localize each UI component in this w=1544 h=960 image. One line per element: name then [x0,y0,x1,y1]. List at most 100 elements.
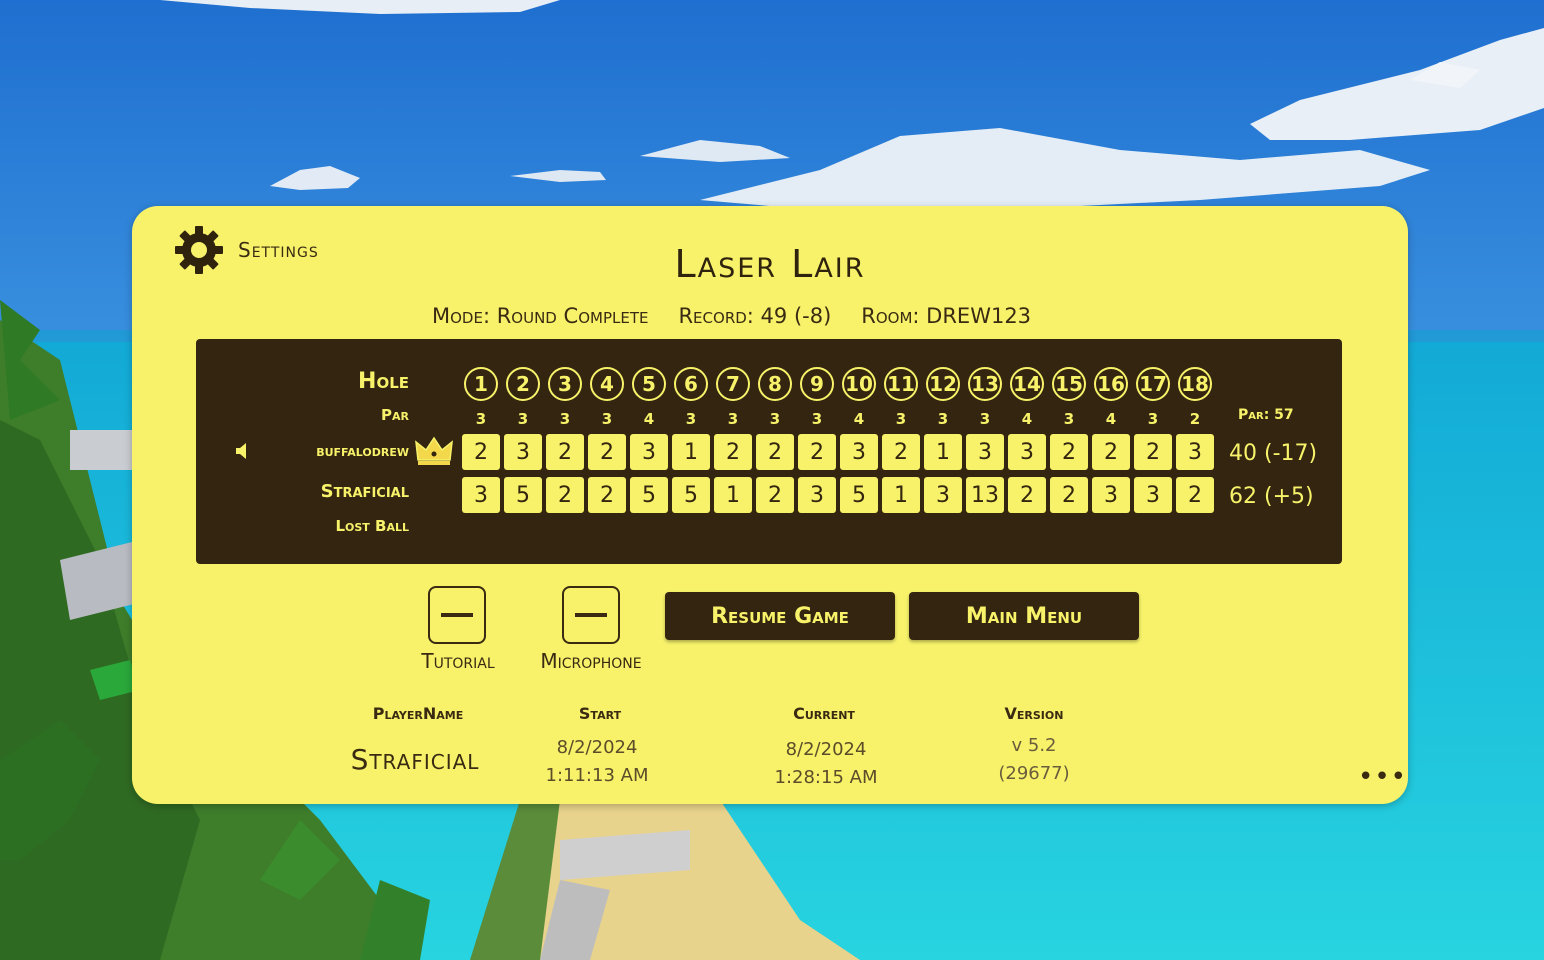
par-value: 3 [895,410,907,428]
build-number: (29677) [998,763,1070,784]
score-cell: 3 [1092,477,1130,513]
main-menu-button[interactable]: Main Menu [909,592,1139,640]
player-name-header: PlayerName [372,704,464,723]
start-value: 8/2/2024 1:11:13 AM [532,734,662,790]
par-value: 3 [517,410,529,428]
player-name-2: Straficial [320,481,409,502]
player-1-total: 40 (-17) [1229,441,1318,466]
par-value: 3 [727,410,739,428]
minus-icon [575,613,607,617]
score-cell: 1 [882,477,920,513]
start-date: 8/2/2024 [556,737,638,758]
score-cell: 2 [882,434,920,470]
par-label: Par [381,406,409,424]
score-cell: 3 [840,434,878,470]
score-cell: 2 [714,434,752,470]
score-cell: 5 [630,477,668,513]
hole-number: 10 [842,367,876,401]
hole-number: 16 [1094,367,1128,401]
hole-number: 7 [716,367,750,401]
score-cell: 5 [672,477,710,513]
hole-label: Hole [358,369,409,394]
score-cell: 2 [1176,477,1214,513]
hole-number: 3 [548,367,582,401]
score-cell: 3 [1008,434,1046,470]
par-value: 4 [1021,410,1033,428]
par-total: Par: 57 [1238,407,1294,423]
par-value: 3 [811,410,823,428]
score-cell: 2 [1134,434,1172,470]
hole-number: 12 [926,367,960,401]
minus-icon [441,613,473,617]
score-cell: 2 [1008,477,1046,513]
score-cell: 2 [588,434,626,470]
start-time: 1:11:13 AM [545,765,649,786]
par-value: 3 [559,410,571,428]
score-cell: 3 [798,477,836,513]
scoreboard: Hole Par buffalodrew Straficial Lost Bal… [196,339,1342,564]
score-cell: 5 [504,477,542,513]
score-cell: 2 [1050,434,1088,470]
microphone-toggle[interactable] [562,586,620,644]
hole-number: 11 [884,367,918,401]
current-date: 8/2/2024 [785,739,867,760]
score-cell: 3 [1134,477,1172,513]
par-value: 3 [601,410,613,428]
hole-number: 5 [632,367,666,401]
score-cell: 5 [840,477,878,513]
par-value: 3 [769,410,781,428]
player-1-score-row: 232231222321332223 [462,434,1214,470]
speaker-icon[interactable] [234,441,248,461]
player-name-1: buffalodrew [316,441,409,460]
current-value: 8/2/2024 1:28:15 AM [756,736,896,792]
room-text: Room: DREW123 [861,304,1032,328]
hole-number: 9 [800,367,834,401]
scorecard-panel: Settings Laser Lair Mode: Round Complete… [132,206,1408,804]
score-cell: 2 [546,434,584,470]
hole-number: 8 [758,367,792,401]
player-2-score-row: 3 5 2 2 5 5 1 2 3 5 1 3 13 2 2 3 3 2 [462,477,1214,513]
par-row: 3 3 3 3 4 3 3 3 3 4 3 3 3 4 3 4 3 2 [462,410,1214,428]
score-columns: 1 2 3 4 5 6 7 8 9 10 11 12 13 14 15 16 17 18 333343333433… [462,339,1218,564]
score-cell: 2 [798,434,836,470]
par-value: 2 [1189,410,1201,428]
version-value: v 5.2 (29677) [974,732,1094,788]
score-cell: 1 [924,434,962,470]
tutorial-toggle[interactable] [428,586,486,644]
score-cell: 3 [924,477,962,513]
par-value: 3 [1147,410,1159,428]
par-value: 4 [1105,410,1117,428]
par-value: 3 [979,410,991,428]
hole-number: 14 [1010,367,1044,401]
resume-game-button[interactable]: Resume Game [665,592,895,640]
par-value: 3 [475,410,487,428]
par-value: 3 [937,410,949,428]
par-value: 4 [643,410,655,428]
score-cell: 1 [714,477,752,513]
hole-number: 13 [968,367,1002,401]
current-time: 1:28:15 AM [774,767,878,788]
score-cell: 2 [756,477,794,513]
score-cell: 3 [504,434,542,470]
score-cell: 3 [966,434,1004,470]
par-value: 3 [685,410,697,428]
version-header: Version [1004,704,1064,723]
score-cell: 2 [462,434,500,470]
more-dots-icon[interactable]: ••• [1358,762,1407,792]
tutorial-label: Tutorial [421,649,495,673]
mode-text: Mode: Round Complete [432,304,649,328]
current-header: Current [793,704,855,723]
hole-number: 17 [1136,367,1170,401]
hole-number-row: 1 2 3 4 5 6 7 8 9 10 11 12 13 14 15 16 17 18 [462,367,1214,401]
score-cell: 2 [588,477,626,513]
hole-number: 6 [674,367,708,401]
crown-icon [415,436,453,465]
score-cell: 1 [672,434,710,470]
start-header: Start [578,704,622,723]
hole-number: 18 [1178,367,1212,401]
par-value: 3 [1063,410,1075,428]
version-number: v 5.2 [1011,735,1057,756]
score-cell: 2 [756,434,794,470]
score-cell: 13 [966,477,1004,513]
microphone-label: Microphone [540,649,642,673]
